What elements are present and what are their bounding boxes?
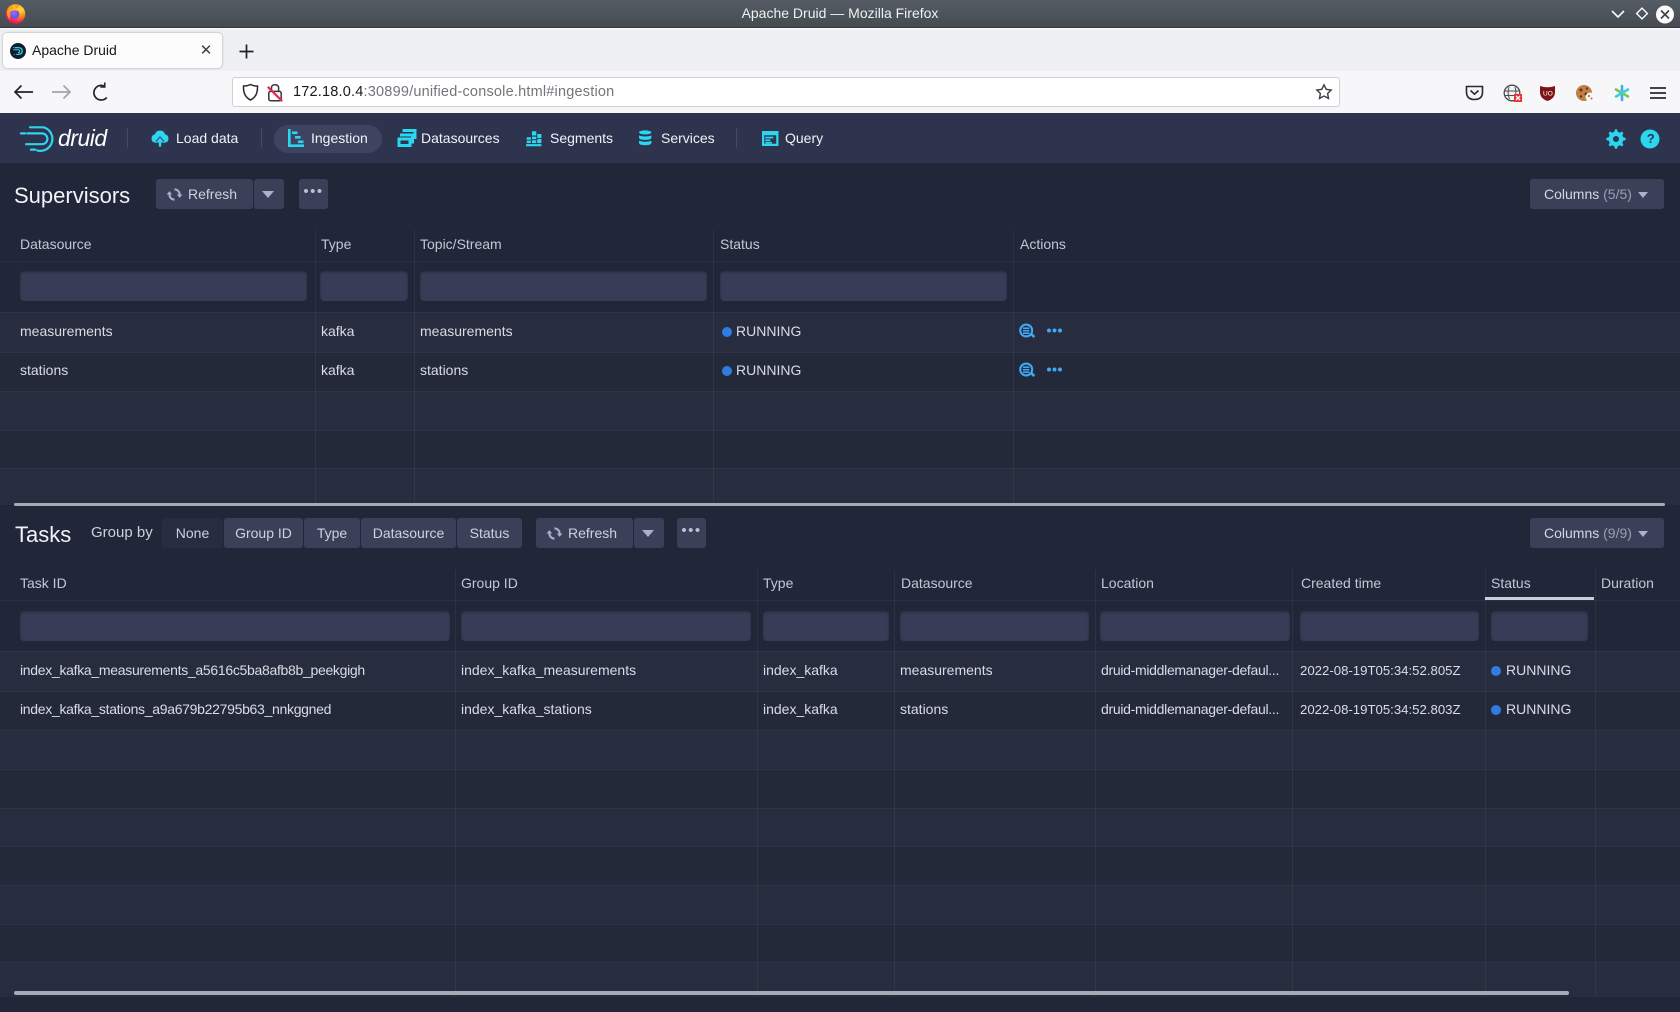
svg-text:?: ?	[1647, 131, 1655, 146]
svg-text:UO: UO	[1543, 91, 1553, 98]
